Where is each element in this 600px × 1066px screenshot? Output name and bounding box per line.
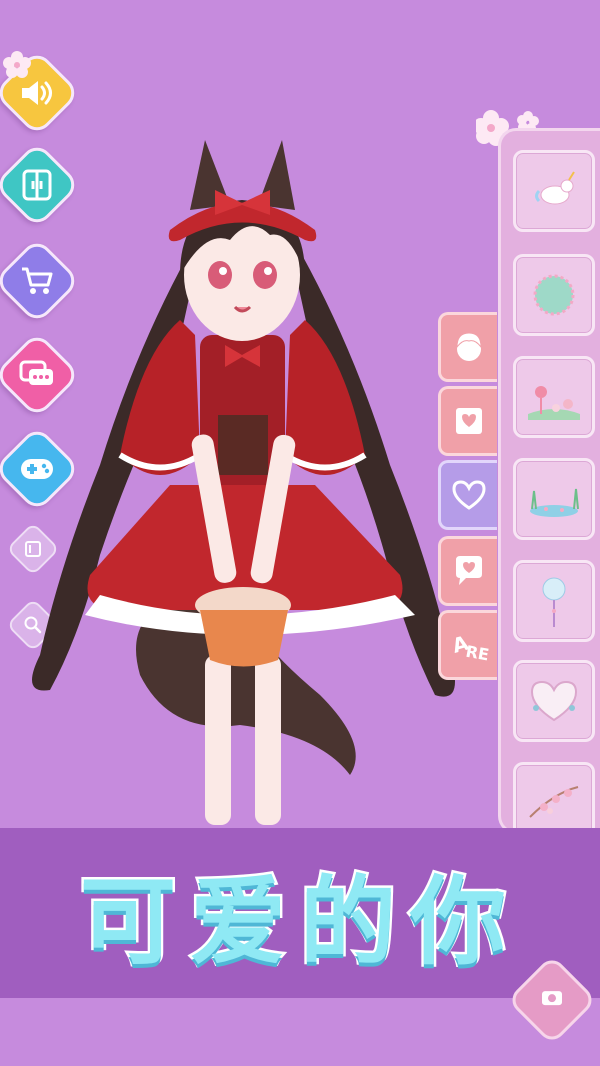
speaker-icon [21,81,52,105]
tab-heart[interactable] [438,460,497,530]
balloon-wand-thumbnail-icon [542,577,566,627]
pond-thumbnail-icon [530,488,579,517]
tab-photo-frame[interactable] [438,386,497,456]
green-circle-thumbnail-icon [533,274,575,316]
tab-speech-heart[interactable] [438,536,497,606]
item-slot[interactable] [513,356,595,438]
sticker-text-icon: A RE [450,631,489,665]
item-slot[interactable] [513,560,595,642]
sakura-flower-icon [3,51,31,78]
tab-sticker-text[interactable]: A RE [438,610,497,680]
tab-face[interactable] [438,312,497,382]
camera-icon [542,991,562,1006]
blossom-thumbnail-icon [529,786,579,818]
flamingo-garden-thumbnail-icon [528,386,580,420]
face-icon [456,332,482,361]
item-slot[interactable] [513,150,595,232]
item-slot[interactable] [513,458,595,540]
unicorn-thumbnail-icon [535,171,575,205]
character-doll[interactable] [20,135,460,830]
speech-heart-icon [456,556,482,585]
svg-text:RE: RE [464,642,489,665]
heart-icon [452,480,486,510]
title-banner: 可爱的你 [0,828,600,998]
item-slot[interactable] [513,660,595,742]
heart-frame-thumbnail-icon [530,680,578,722]
banner-title: 可爱的你 [78,863,520,980]
item-slot[interactable] [513,254,595,336]
photo-frame-icon [456,408,482,434]
